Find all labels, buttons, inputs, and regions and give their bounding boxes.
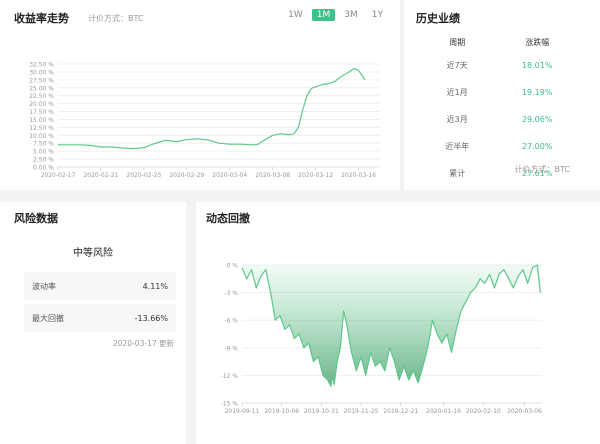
y-tick-label: 17.50 % [29,109,54,116]
period-label: 近3月 [446,115,468,124]
risk-title: 风险数据 [14,212,58,225]
x-tick-label: 2020-01-16 [426,408,461,415]
y-tick-label: 12.50 % [29,125,54,132]
x-tick-label: 2020-03-16 [341,172,376,179]
x-tick-label: 2020-02-10 [466,408,501,415]
return-trend-chart: 0.00 %2.50 %5.00 %7.50 %10.00 %12.50 %15… [29,62,380,179]
y-tick-label: 10.00 % [29,133,54,140]
history-header-row: 周期 涨跌幅 [422,32,582,52]
y-tick-label: 5.00 % [33,149,54,156]
y-tick-label: -9 % [224,345,238,352]
y-tick-label: -3 % [224,290,238,297]
period-label: 近1月 [446,88,468,97]
col-period: 周期 [449,37,466,47]
volatility-value: 4.11% [142,281,168,291]
y-tick-label: 32.50 % [29,62,54,69]
table-row: 近3月 29.06% [422,106,582,133]
volatility-row: 波动率 4.11% [24,272,176,300]
y-tick-label: 25.00 % [29,85,54,92]
drawdown-panel: 动态回撤 0 % -3 % -6 % -9 % -12 % -15 % 2019-09-11… [196,202,600,444]
y-tick-label: -15 % [221,401,239,408]
change-value: 19.19% [521,88,553,97]
change-value: 29.06% [521,115,553,124]
period-label: 近7天 [446,61,468,70]
return-trend-panel: 收益率走势 计价方式：BTC 1W 1M 3M 1Y 0.00 % 2.50 % 5… [0,0,400,190]
risk-level: 中等风险 [73,248,113,259]
max-drawdown-label: 最大回撤 [32,313,64,323]
col-change: 涨跌幅 [525,37,550,47]
history-title: 历史业绩 [416,12,460,25]
y-tick-label: 22.50 % [29,93,54,100]
table-row: 近7天 18.01% [422,52,582,79]
x-tick-label: 2019-10-31 [304,408,339,415]
y-tick-label: 20.00 % [29,101,54,108]
x-tick-label: 2019-09-11 [225,408,260,415]
y-tick-label: 30.00 % [29,69,54,76]
x-tick-label: 2019-12-21 [383,408,418,415]
volatility-label: 波动率 [32,281,56,291]
risk-updated: 2020-03-17 更新 [113,339,174,348]
x-tick-label: 2020-03-08 [255,172,290,179]
return-series-line [58,67,366,150]
x-tick-label: 2020-02-17 [41,172,76,179]
max-drawdown-row: 最大回撤 -13.66% [24,304,176,332]
period-label: 近半年 [445,142,470,151]
y-tick-label: 27.50 % [29,77,54,84]
risk-panel: 风险数据 中等风险 波动率 4.11% 最大回撤 -13.66% 2020-03… [0,202,186,444]
x-tick-label: 2020-03-04 [212,172,247,179]
history-panel: 历史业绩 周期 涨跌幅 近7天 18.01% 近1月 19.19% 近3月 29… [404,0,600,190]
x-tick-label: 2019-10-06 [264,408,299,415]
y-tick-label: -6 % [224,318,238,325]
x-tick-label: 2019-11-25 [344,408,379,415]
max-drawdown-value: -13.66% [134,313,168,323]
drawdown-chart: 0 % -3 % -6 % -9 % -12 % -15 %2019-09-11 2019-… [221,263,543,416]
x-tick-label: 2020-03-12 [298,172,333,179]
x-tick-label: 2020-02-21 [83,172,118,179]
change-value: 27.00% [521,142,553,151]
table-row: 近半年 27.00% [422,133,582,160]
x-tick-label: 2020-02-29 [169,172,204,179]
change-value: 18.01% [521,61,553,70]
x-tick-label: 2020-03-06 [507,408,542,415]
y-tick-label: 7.50 % [33,141,54,148]
y-tick-label: -12 % [221,373,239,380]
y-tick-label: 0.00 % [33,165,54,172]
table-row: 近1月 19.19% [422,79,582,106]
y-tick-label: 0 % [227,263,239,270]
y-tick-label: 15.00 % [29,117,54,124]
period-label: 累计 [449,169,466,178]
y-tick-label: 2.50 % [33,157,54,164]
x-tick-label: 2020-02-25 [126,172,161,179]
history-pricing: 计价方式：BTC [514,165,571,174]
